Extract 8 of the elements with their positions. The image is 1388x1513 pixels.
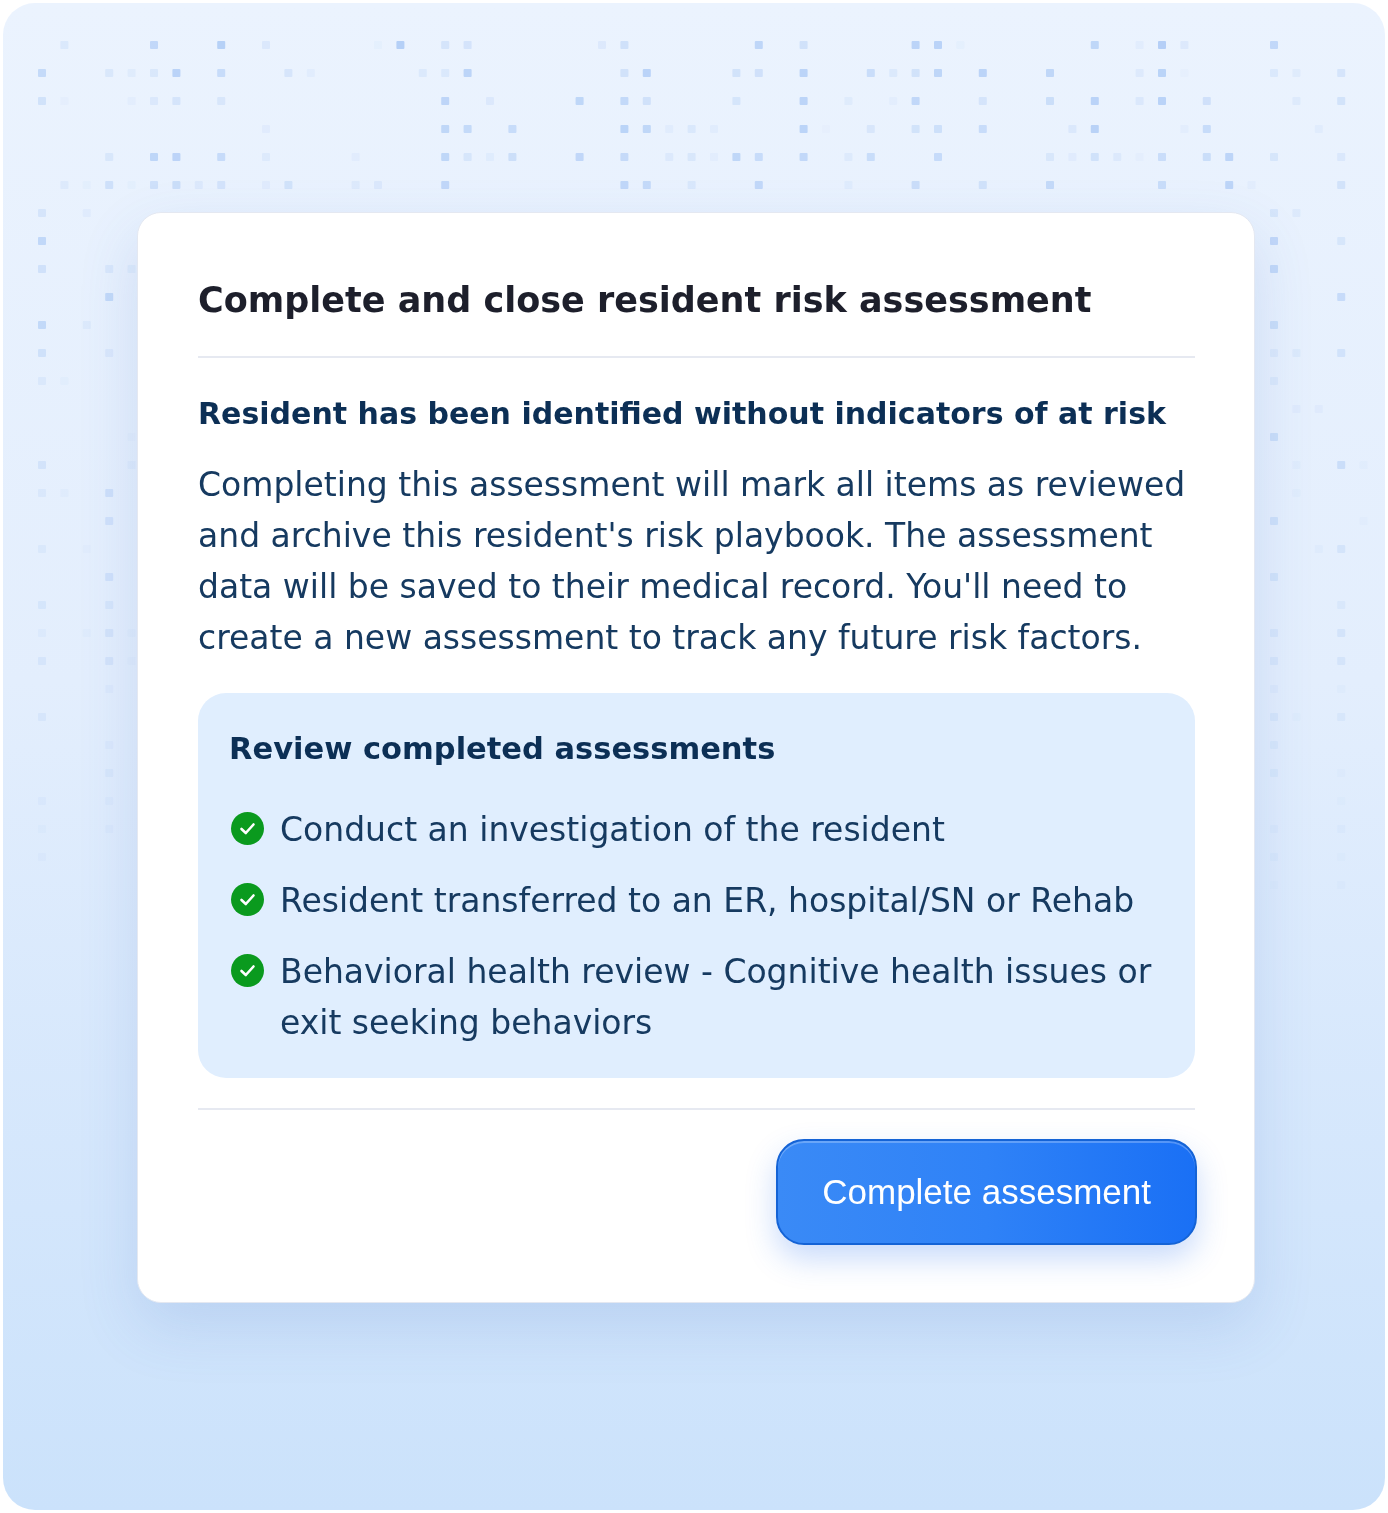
checklist-item: Resident transferred to an ER, hospital/SN or Rehab [280,880,1135,922]
description-text: Completing this assessment will mark all items as reviewed and archive this resident's risk playbook. The assessment data will be saved to their medical record. You'll need to create a new assessment to track any future risk factors. [198,464,1187,659]
status-heading: Resident has been identified without indicators of at risk [198,395,1167,433]
complete-button[interactable]: Complete assesment [776,1139,1197,1245]
checklist-item: Behavioral health review - Cognitive health issues or exit seeking behaviors [280,951,1153,1044]
dialog-title: Complete and close resident risk assessment [198,279,1093,321]
checklist-item: Conduct an investigation of the resident [280,809,945,851]
review-panel-title: Review completed assessments [229,730,777,768]
